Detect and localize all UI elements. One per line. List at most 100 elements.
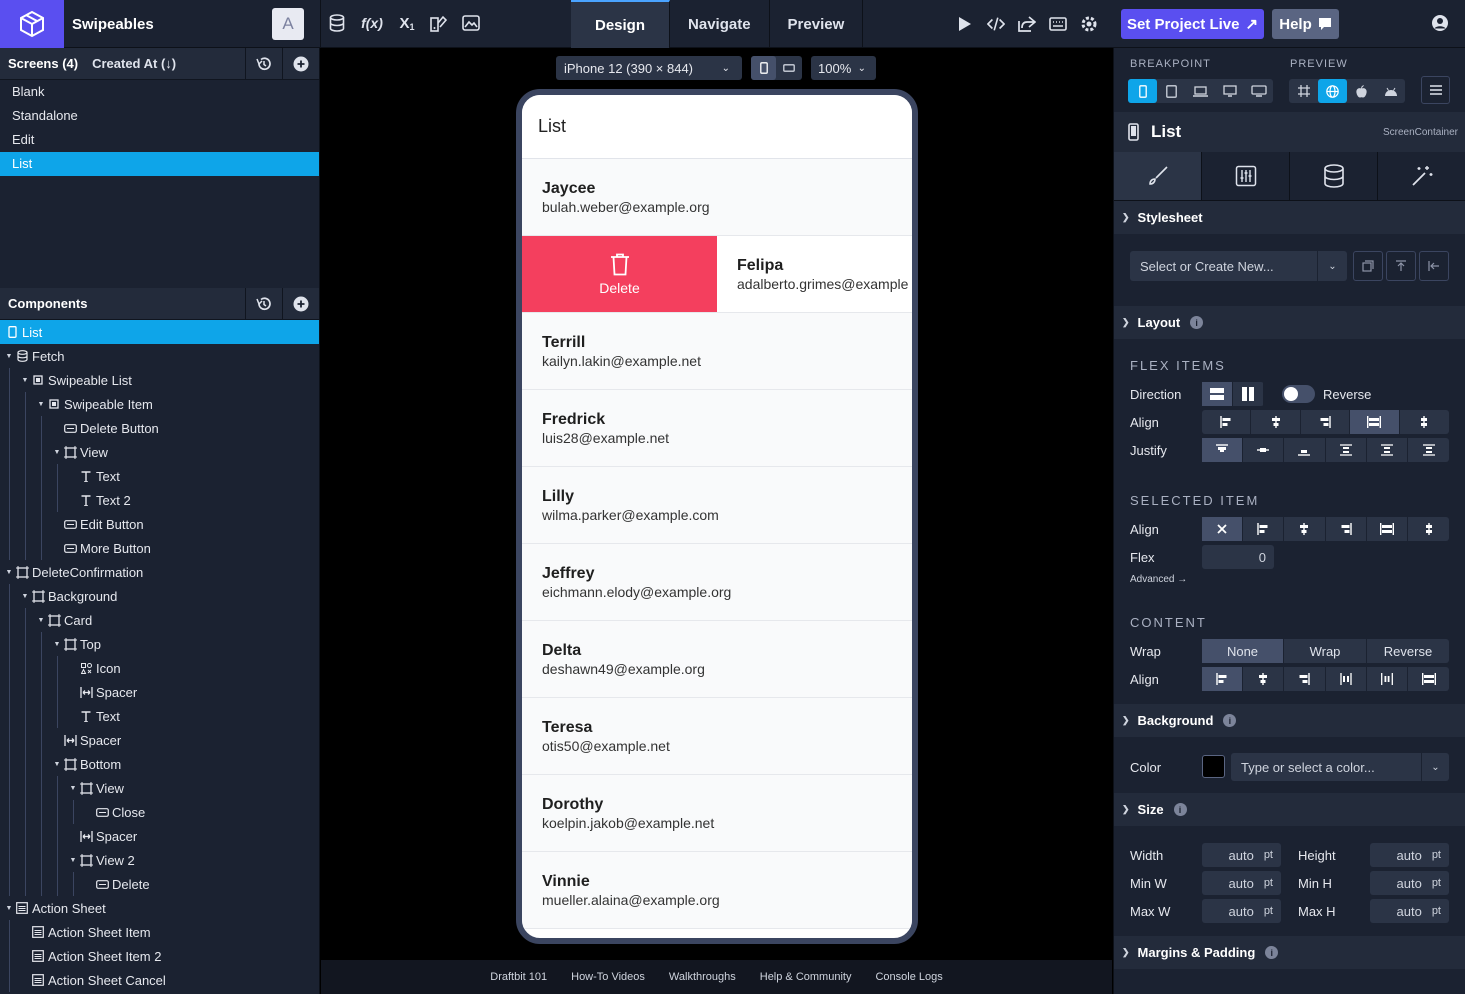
align-stretch-icon[interactable]: [1408, 667, 1449, 691]
align-end-icon[interactable]: [1326, 517, 1367, 541]
swipeable-item[interactable]: Delta deshawn49@example.org: [522, 621, 912, 698]
variable-icon[interactable]: X1: [398, 12, 416, 34]
swipeable-item[interactable]: Vinnie mueller.alaina@example.org: [522, 852, 912, 929]
layout-section-header[interactable]: ❯ Layout i: [1114, 306, 1465, 339]
frame-icon[interactable]: [1289, 79, 1318, 103]
database-icon[interactable]: [328, 12, 346, 34]
size-max-h-input[interactable]: auto pt: [1370, 899, 1449, 923]
stylesheet-select[interactable]: Select or Create New... ⌄: [1130, 251, 1347, 281]
size-section-header[interactable]: ❯ Size i: [1114, 793, 1465, 826]
align-start-icon[interactable]: [1202, 667, 1244, 691]
tab-interactions[interactable]: [1378, 152, 1465, 200]
delete-swipe-button[interactable]: Delete: [522, 236, 717, 312]
caret-down-icon[interactable]: ▼: [4, 569, 14, 576]
tree-item-action-sheet-item[interactable]: Action Sheet Item: [0, 920, 319, 944]
tree-item-edit-button[interactable]: Edit Button: [0, 512, 319, 536]
web-globe-icon[interactable]: [1318, 79, 1347, 103]
tree-item-background[interactable]: ▼ Background: [0, 584, 319, 608]
wrap-wrap-option[interactable]: Wrap: [1284, 639, 1367, 663]
set-project-live-button[interactable]: Set Project Live ↗: [1121, 9, 1264, 39]
footer-link-help-community[interactable]: Help & Community: [760, 971, 852, 983]
android-icon[interactable]: [1376, 79, 1405, 103]
align-baseline-icon[interactable]: [1400, 410, 1449, 434]
push-style-button[interactable]: [1386, 251, 1416, 281]
swipeable-item-swiped[interactable]: Delete Felipa adalberto.grimes@example: [522, 236, 912, 313]
tree-item-icon[interactable]: Icon: [0, 656, 319, 680]
align-j-between-icon[interactable]: [1326, 438, 1367, 462]
direction-row-icon[interactable]: [1233, 382, 1264, 406]
tree-item-action-sheet[interactable]: ▼ Action Sheet: [0, 896, 319, 920]
tree-item-swipeable-item[interactable]: ▼ Swipeable Item: [0, 392, 319, 416]
align-j-between-icon[interactable]: [1408, 438, 1449, 462]
tree-item-close[interactable]: Close: [0, 800, 319, 824]
tree-item-deleteconfirmation[interactable]: ▼ DeleteConfirmation: [0, 560, 319, 584]
share-icon[interactable]: [1018, 13, 1036, 35]
tab-config[interactable]: [1202, 152, 1290, 200]
tree-item-view[interactable]: ▼ View: [0, 776, 319, 800]
tree-item-spacer[interactable]: Spacer: [0, 728, 319, 752]
tab-design[interactable]: Design: [571, 0, 671, 48]
align-end-icon[interactable]: [1284, 667, 1326, 691]
footer-link-draftbit-101[interactable]: Draftbit 101: [490, 971, 547, 983]
caret-down-icon[interactable]: ▼: [20, 593, 30, 600]
detach-style-button[interactable]: [1419, 251, 1449, 281]
align-center-icon[interactable]: [1243, 667, 1285, 691]
align-center-icon[interactable]: [1284, 517, 1326, 541]
function-icon[interactable]: f(x): [360, 12, 384, 34]
footer-link-how-to-videos[interactable]: How-To Videos: [571, 971, 645, 983]
size-width-input[interactable]: auto pt: [1202, 843, 1281, 867]
footer-link-walkthroughs[interactable]: Walkthroughs: [669, 971, 736, 983]
tree-item-top[interactable]: ▼ Top: [0, 632, 319, 656]
tree-item-text[interactable]: Text: [0, 704, 319, 728]
tree-item-list[interactable]: List: [0, 320, 319, 344]
tree-item-view[interactable]: ▼ View: [0, 440, 319, 464]
swipeable-item[interactable]: Lilly wilma.parker@example.com: [522, 467, 912, 544]
align-stretch-icon[interactable]: [1350, 410, 1400, 434]
components-history-button[interactable]: [245, 288, 282, 320]
tree-item-swipeable-list[interactable]: ▼ Swipeable List: [0, 368, 319, 392]
apple-icon[interactable]: [1347, 79, 1376, 103]
laptop-icon[interactable]: [1186, 79, 1215, 103]
info-icon[interactable]: i: [1265, 946, 1279, 959]
code-icon[interactable]: [987, 13, 1005, 35]
tab-data[interactable]: [1290, 152, 1378, 200]
reverse-toggle[interactable]: [1282, 385, 1315, 403]
align-start-icon[interactable]: [1243, 517, 1285, 541]
tree-item-spacer[interactable]: Spacer: [0, 824, 319, 848]
phone-icon[interactable]: [1128, 79, 1157, 103]
wrap-reverse-option[interactable]: Reverse: [1367, 639, 1449, 663]
landscape-icon[interactable]: [776, 56, 801, 80]
caret-down-icon[interactable]: ▼: [68, 785, 78, 792]
screen-item-list[interactable]: List: [0, 152, 319, 176]
user-account-icon[interactable]: [1431, 14, 1449, 32]
panel-menu-button[interactable]: [1421, 76, 1450, 104]
direction-column-icon[interactable]: [1202, 382, 1233, 406]
tree-item-delete-button[interactable]: Delete Button: [0, 416, 319, 440]
caret-down-icon[interactable]: ▼: [36, 617, 46, 624]
tree-item-card[interactable]: ▼ Card: [0, 608, 319, 632]
portrait-icon[interactable]: [751, 56, 776, 80]
flex-input[interactable]: 0: [1202, 545, 1274, 569]
screen-item-standalone[interactable]: Standalone: [0, 104, 319, 128]
stylesheet-section-header[interactable]: ❯ Stylesheet: [1114, 201, 1465, 234]
align-j-between-icon[interactable]: [1367, 438, 1408, 462]
media-icon[interactable]: [462, 12, 480, 34]
color-input[interactable]: Type or select a color... ⌄: [1231, 753, 1449, 781]
add-screen-button[interactable]: [282, 48, 319, 80]
settings-gear-icon[interactable]: [1080, 13, 1098, 35]
size-min-h-input[interactable]: auto pt: [1370, 871, 1449, 895]
screens-history-button[interactable]: [245, 48, 282, 80]
tree-item-fetch[interactable]: ▼ Fetch: [0, 344, 319, 368]
info-icon[interactable]: i: [1223, 714, 1237, 727]
swipeable-item[interactable]: Jaycee bulah.weber@example.org: [522, 159, 912, 236]
swipeable-item[interactable]: Teresa otis50@example.net: [522, 698, 912, 775]
caret-down-icon[interactable]: ▼: [20, 377, 30, 384]
info-icon[interactable]: i: [1173, 803, 1187, 816]
caret-down-icon[interactable]: ▼: [4, 353, 14, 360]
app-logo[interactable]: [0, 0, 64, 48]
device-select[interactable]: iPhone 12 (390 × 844) ⌄: [556, 56, 742, 80]
tree-item-action-sheet-item-2[interactable]: Action Sheet Item 2: [0, 944, 319, 968]
size-max-w-input[interactable]: auto pt: [1202, 899, 1281, 923]
tab-preview[interactable]: Preview: [770, 0, 864, 48]
swipeable-item[interactable]: Jeffrey eichmann.elody@example.org: [522, 544, 912, 621]
